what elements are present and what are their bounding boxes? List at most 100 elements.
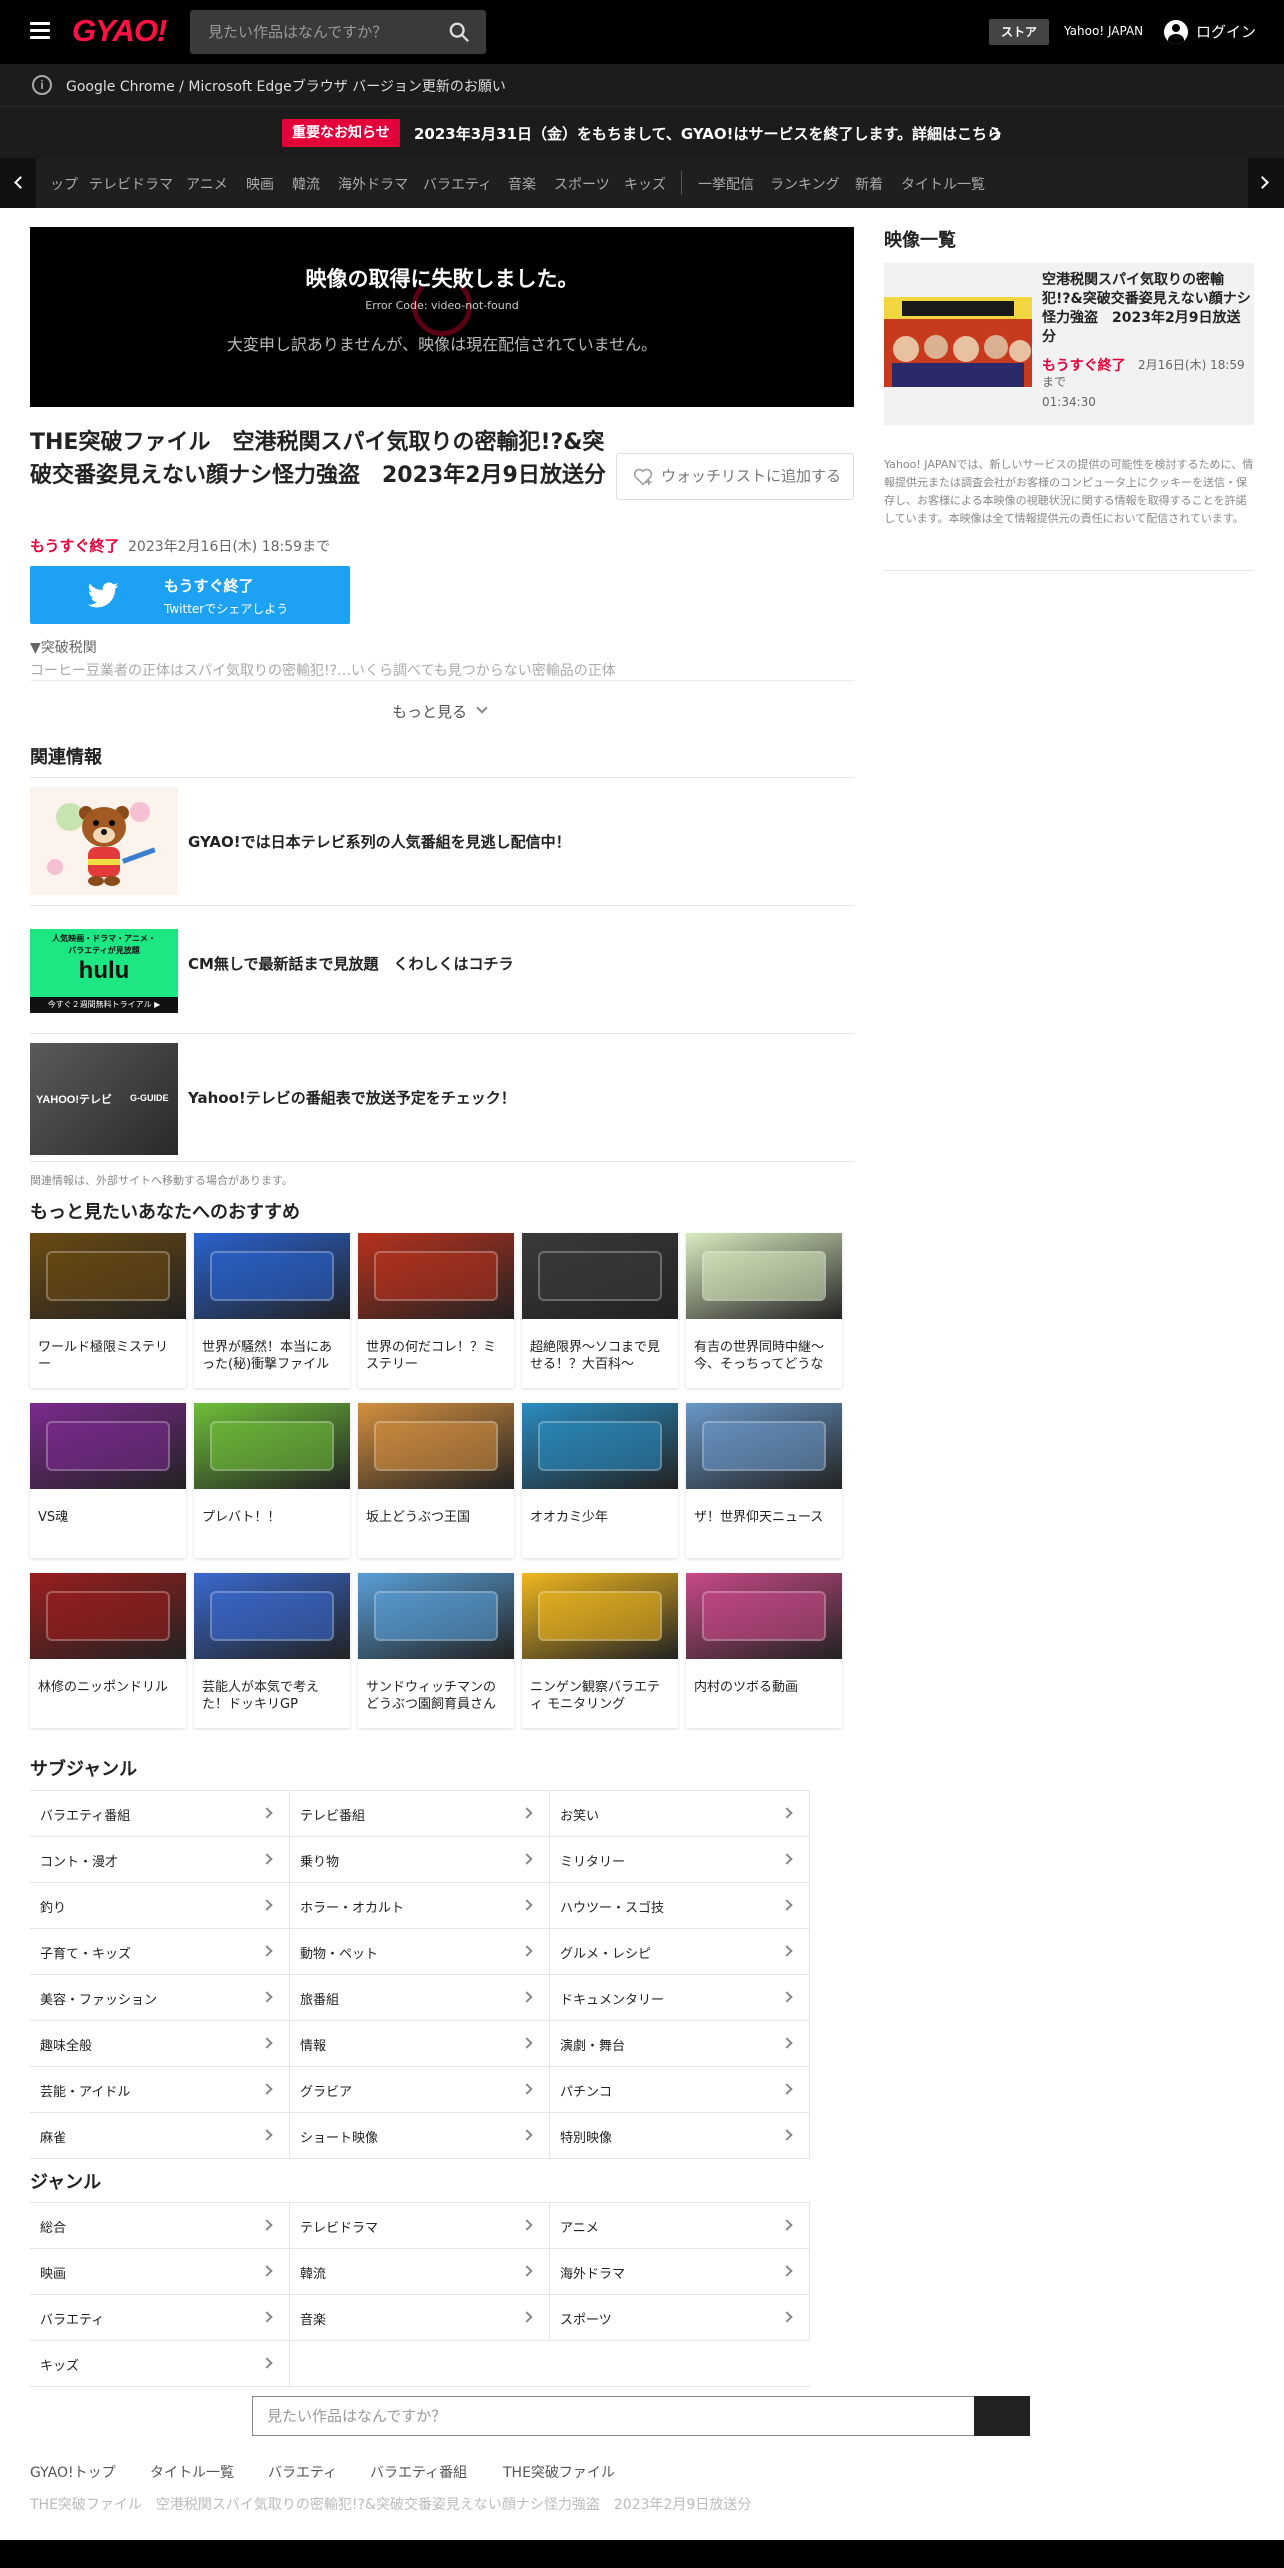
breadcrumb-gyao-top[interactable]: GYAO!トップ xyxy=(30,2462,116,2482)
subgenre-item[interactable]: 動物・ペット xyxy=(290,1929,550,1975)
recommend-card[interactable]: プレバト！！ xyxy=(194,1403,350,1558)
recommend-card-thumb xyxy=(30,1233,186,1319)
nav-scroll-right-button[interactable] xyxy=(1248,158,1284,208)
show-more-button[interactable]: もっと見る xyxy=(392,701,467,722)
nav-item-top[interactable]: ップ xyxy=(50,174,78,194)
genre-item[interactable]: キッズ xyxy=(30,2341,290,2387)
genre-item[interactable]: テレビドラマ xyxy=(290,2203,550,2249)
subgenre-item[interactable]: 麻雀 xyxy=(30,2113,290,2159)
subgenre-item[interactable]: ミリタリー xyxy=(550,1837,810,1883)
breadcrumb-variety-program[interactable]: バラエティ番組 xyxy=(370,2462,467,2482)
recommend-card[interactable]: 有吉の世界同時中継～今、そっちってどうな xyxy=(686,1233,842,1388)
recommend-card[interactable]: 世界の何だコレ！？ミステリー xyxy=(358,1233,514,1388)
recommend-card[interactable]: 内村のツボる動画 xyxy=(686,1573,842,1728)
twitter-share-button[interactable]: もうすぐ終了 Twitterでシェアしよう xyxy=(30,566,350,624)
subgenre-item[interactable]: 演劇・舞台 xyxy=(550,2021,810,2067)
recommend-card[interactable]: VS魂 xyxy=(30,1403,186,1558)
player-error-code: Error Code: video-not-found xyxy=(365,299,519,312)
nav-item-sports[interactable]: スポーツ xyxy=(554,174,610,194)
nav-item-music[interactable]: 音楽 xyxy=(508,174,536,194)
twitter-share-subtitle: Twitterでシェアしよう xyxy=(164,602,289,616)
subgenre-item[interactable]: お笑い xyxy=(550,1791,810,1837)
important-notice-bar[interactable]: 重要なお知らせ 2023年3月31日（金）をもちまして、GYAO!はサービスを終… xyxy=(0,106,1284,158)
recommend-card[interactable]: 坂上どうぶつ王国 xyxy=(358,1403,514,1558)
subgenre-item[interactable]: バラエティ番組 xyxy=(30,1791,290,1837)
footer-search-input[interactable] xyxy=(252,2396,976,2436)
subgenre-item[interactable]: パチンコ xyxy=(550,2067,810,2113)
genre-item[interactable]: 音楽 xyxy=(290,2295,550,2341)
recommend-card[interactable]: サンドウィッチマンのどうぶつ園飼育員さん xyxy=(358,1573,514,1728)
nav-item-anime[interactable]: アニメ xyxy=(186,174,228,194)
nav-item-new[interactable]: 新着 xyxy=(855,174,883,194)
nav-item-title-list[interactable]: タイトル一覧 xyxy=(901,174,985,194)
nav-item-ranking[interactable]: ランキング xyxy=(770,174,840,194)
subgenre-item[interactable]: コント・漫才 xyxy=(30,1837,290,1883)
genre-item[interactable]: 総合 xyxy=(30,2203,290,2249)
genre-item[interactable]: アニメ xyxy=(550,2203,810,2249)
video-list-thumb xyxy=(884,297,1032,387)
nav-item-movie[interactable]: 映画 xyxy=(246,174,274,194)
browser-notice-text: Google Chrome / Microsoft Edgeブラウザ バージョン… xyxy=(66,79,506,95)
breadcrumb-toppa-file[interactable]: THE突破ファイル xyxy=(503,2462,615,2482)
gyao-logo[interactable]: GYAO! xyxy=(72,13,167,49)
nav-item-kids[interactable]: キッズ xyxy=(624,174,666,194)
footer-search-button[interactable] xyxy=(974,2396,1030,2436)
recommend-card[interactable]: ワールド極限ミステリー xyxy=(30,1233,186,1388)
genre-item[interactable]: 韓流 xyxy=(290,2249,550,2295)
hamburger-menu-icon[interactable] xyxy=(30,22,50,40)
chevron-down-icon[interactable] xyxy=(476,702,488,714)
video-player[interactable]: 映像の取得に失敗しました。 Error Code: video-not-foun… xyxy=(30,227,854,407)
subgenre-item[interactable]: 美容・ファッション xyxy=(30,1975,290,2021)
nav-item-foreign-drama[interactable]: 海外ドラマ xyxy=(338,174,408,194)
subgenre-item[interactable]: ショート映像 xyxy=(290,2113,550,2159)
genre-item[interactable]: 海外ドラマ xyxy=(550,2249,810,2295)
recommend-card[interactable]: オオカミ少年 xyxy=(522,1403,678,1558)
subgenre-item[interactable]: ハウツー・スゴ技 xyxy=(550,1883,810,1929)
subgenre-item[interactable]: ホラー・オカルト xyxy=(290,1883,550,1929)
nav-item-tv-drama[interactable]: テレビドラマ xyxy=(89,174,173,194)
recommend-card[interactable]: 芸能人が本気で考えた！ドッキリGP xyxy=(194,1573,350,1728)
breadcrumb-variety[interactable]: バラエティ xyxy=(268,2462,337,2482)
subgenre-item[interactable]: グラビア xyxy=(290,2067,550,2113)
subgenre-item[interactable]: 趣味全般 xyxy=(30,2021,290,2067)
genre-item[interactable]: スポーツ xyxy=(550,2295,810,2341)
recommend-card-title: 超絶限界～ソコまで見せる！？大百科～ xyxy=(530,1340,661,1372)
related-item-hulu[interactable]: 人気映画・ドラマ・アニメ・ バラエティが見放題 hulu 今すぐ２週間無料トライ… xyxy=(30,921,854,1031)
genre-item[interactable]: 映画 xyxy=(30,2249,290,2295)
recommend-card[interactable]: ザ！世界仰天ニュース xyxy=(686,1403,842,1558)
yahoo-japan-link[interactable]: Yahoo! JAPAN xyxy=(1064,24,1143,38)
chevron-right-icon xyxy=(261,2265,273,2277)
subgenre-item[interactable]: 芸能・アイドル xyxy=(30,2067,290,2113)
search-icon[interactable] xyxy=(448,21,470,43)
subgenre-item[interactable]: 情報 xyxy=(290,2021,550,2067)
recommend-card-thumb xyxy=(686,1233,842,1319)
login-button[interactable]: ログイン xyxy=(1164,19,1256,45)
related-item-ntv[interactable]: GYAO!では日本テレビ系列の人気番組を見逃し配信中！ xyxy=(30,779,854,895)
nav-item-korean[interactable]: 韓流 xyxy=(292,174,320,194)
subgenre-item[interactable]: 特別映像 xyxy=(550,2113,810,2159)
breadcrumb-title-list[interactable]: タイトル一覧 xyxy=(150,2462,234,2482)
nav-item-variety[interactable]: バラエティ xyxy=(423,174,492,194)
subgenre-item[interactable]: 旅番組 xyxy=(290,1975,550,2021)
subgenre-item[interactable]: ドキュメンタリー xyxy=(550,1975,810,2021)
store-button[interactable]: ストア xyxy=(989,19,1049,45)
subgenre-item[interactable]: 釣り xyxy=(30,1883,290,1929)
nav-scroll-left-button[interactable] xyxy=(0,158,36,208)
divider xyxy=(884,570,1254,571)
subgenre-item[interactable]: テレビ番組 xyxy=(290,1791,550,1837)
subgenre-item[interactable]: グルメ・レシピ xyxy=(550,1929,810,1975)
recommend-card[interactable]: 超絶限界～ソコまで見せる！？大百科～ xyxy=(522,1233,678,1388)
header-search-input[interactable] xyxy=(190,10,440,54)
recommend-card[interactable]: 林修のニッポンドリル xyxy=(30,1573,186,1728)
nav-item-binge[interactable]: 一挙配信 xyxy=(698,174,754,194)
subgenre-item[interactable]: 乗り物 xyxy=(290,1837,550,1883)
subgenre-item[interactable]: 子育て・キッズ xyxy=(30,1929,290,1975)
genre-item[interactable]: バラエティ xyxy=(30,2295,290,2341)
related-item-yahoo-tv[interactable]: YAHOO!テレビ G-GUIDE Yahoo!テレビの番組表で放送予定をチェッ… xyxy=(30,1035,854,1155)
recommend-card[interactable]: 世界が騒然！本当にあった(秘)衝撃ファイル xyxy=(194,1233,350,1388)
recommend-card[interactable]: ニンゲン観察バラエティ モニタリング xyxy=(522,1573,678,1728)
video-list-item[interactable]: 空港税関スパイ気取りの密輸犯!?&突破交番姿見えない顔ナシ怪力強盗 2023年2… xyxy=(884,263,1254,425)
watchlist-button[interactable]: ウォッチリストに追加する xyxy=(616,453,854,500)
chevron-right-icon xyxy=(261,2311,273,2323)
browser-update-notice[interactable]: i Google Chrome / Microsoft Edgeブラウザ バージ… xyxy=(0,64,1284,106)
